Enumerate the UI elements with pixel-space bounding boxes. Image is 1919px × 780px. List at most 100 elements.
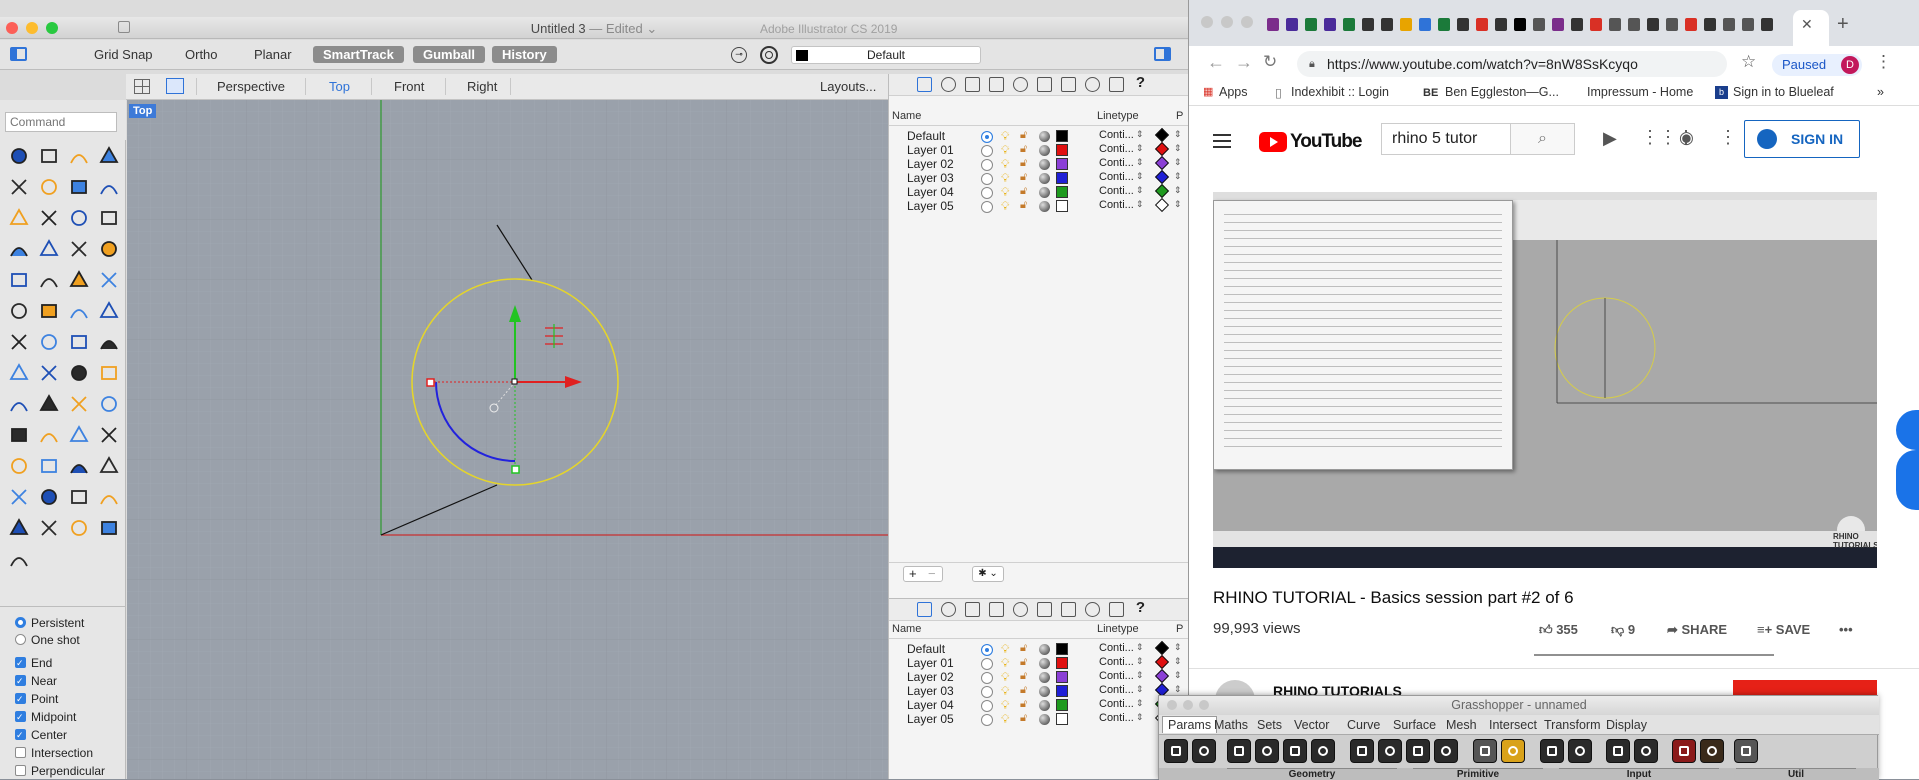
gh-component-icon[interactable] xyxy=(1255,739,1279,763)
cplane-tool-icon[interactable] xyxy=(8,548,30,570)
remove-layer-button[interactable]: − xyxy=(928,567,936,581)
material-icon[interactable] xyxy=(1039,145,1050,156)
tab-favicon-icon[interactable] xyxy=(1419,18,1431,31)
layer-name[interactable]: Default xyxy=(907,129,945,143)
material-icon[interactable] xyxy=(1039,644,1050,655)
gh-tab-mesh[interactable]: Mesh xyxy=(1446,718,1477,732)
right-panel-toggle-icon[interactable] xyxy=(1154,47,1171,61)
render-tab-icon[interactable] xyxy=(1013,602,1028,617)
layers-tab-icon[interactable] xyxy=(917,77,932,92)
lock-icon[interactable]: 🔓︎ xyxy=(1020,698,1027,711)
layer-row[interactable]: Default 💡︎ 🔓︎ Conti... ⇕ ⇕ xyxy=(889,127,1189,143)
print-stepper-icon[interactable]: ⇕ xyxy=(1174,143,1182,154)
bookmarks-overflow-button[interactable]: » xyxy=(1877,85,1884,99)
layer-row[interactable]: Layer 01 💡︎ 🔓︎ Conti... ⇕ ⇕ xyxy=(889,141,1189,157)
column-name[interactable]: Name xyxy=(892,110,921,122)
text-tool-icon[interactable] xyxy=(8,331,30,353)
arc-tool-icon[interactable] xyxy=(38,176,60,198)
layer-linetype[interactable]: Conti... xyxy=(1099,185,1134,197)
layer-linetype[interactable]: Conti... xyxy=(1099,642,1134,654)
gh-component-icon[interactable] xyxy=(1501,739,1525,763)
layer-name[interactable]: Layer 04 xyxy=(907,698,954,712)
lock-icon[interactable]: 🔓︎ xyxy=(1020,129,1027,142)
properties-tab-icon[interactable] xyxy=(941,77,956,92)
linetype-stepper-icon[interactable]: ⇕ xyxy=(1136,670,1144,681)
youtube-search-input[interactable]: rhino 5 tutor xyxy=(1381,123,1511,155)
video-player[interactable]: RHINO TUTORIALS xyxy=(1213,192,1877,568)
layer-tool-icon[interactable] xyxy=(8,517,30,539)
single-view-layout-icon[interactable] xyxy=(166,78,184,94)
tab-front[interactable]: Front xyxy=(394,79,424,94)
linetype-stepper-icon[interactable]: ⇕ xyxy=(1136,171,1144,182)
tab-perspective[interactable]: Perspective xyxy=(217,79,285,94)
address-bar[interactable]: 🔒︎ https://www.youtube.com/watch?v=8nW8S… xyxy=(1297,51,1727,77)
fillet-edge-icon[interactable] xyxy=(68,300,90,322)
layer-name[interactable]: Layer 03 xyxy=(907,171,954,185)
linetype-stepper-icon[interactable]: ⇕ xyxy=(1136,199,1144,210)
layer-color-swatch[interactable] xyxy=(1056,200,1068,212)
layer-row[interactable]: Layer 01 💡︎ 🔓︎ Conti... ⇕ ⇕ xyxy=(889,654,1189,670)
sidebar-toggle-icon[interactable] xyxy=(10,47,27,61)
gh-component-icon[interactable] xyxy=(1700,739,1724,763)
gh-component-icon[interactable] xyxy=(1734,739,1758,763)
filter-icon[interactable]: ⊸ xyxy=(731,47,747,63)
polygon-tool-icon[interactable] xyxy=(8,207,30,229)
layer-row[interactable]: Layer 04💡︎🔓︎Conti...⇕⇕ xyxy=(889,696,1189,712)
edited-indicator[interactable]: — Edited ⌄ xyxy=(589,21,657,36)
viewport-title-label[interactable]: Top xyxy=(129,104,157,118)
gh-component-icon[interactable] xyxy=(1672,739,1696,763)
gh-tab-maths[interactable]: Maths xyxy=(1214,718,1248,732)
gh-component-icon[interactable] xyxy=(1164,739,1188,763)
tab-favicon-icon[interactable] xyxy=(1704,18,1716,31)
tab-favicon-icon[interactable] xyxy=(1495,18,1507,31)
layer-color-swatch[interactable] xyxy=(1056,158,1068,170)
tab-favicon-icon[interactable] xyxy=(1457,18,1469,31)
print-color-swatch[interactable] xyxy=(1154,183,1170,199)
layer-row[interactable]: Layer 05💡︎🔓︎Conti...⇕⇕ xyxy=(889,710,1189,726)
move-tool-icon[interactable] xyxy=(38,331,60,353)
gh-tab-intersect[interactable]: Intersect xyxy=(1489,718,1537,732)
print-color-swatch[interactable] xyxy=(1154,668,1170,684)
material-icon[interactable] xyxy=(1039,714,1050,725)
gh-group-geometry[interactable]: Geometry xyxy=(1227,768,1397,780)
materials-tab-icon[interactable] xyxy=(1037,602,1052,617)
search-button[interactable]: ⌕ xyxy=(1511,123,1575,155)
split-tool-icon[interactable] xyxy=(8,269,30,291)
print-stepper-icon[interactable]: ⇕ xyxy=(1174,129,1182,140)
gumball-button[interactable]: Gumball xyxy=(413,46,486,63)
array-tool-icon[interactable] xyxy=(68,331,90,353)
boolean-union-icon[interactable] xyxy=(8,300,30,322)
layer-row[interactable]: Layer 04💡︎🔓︎Conti...⇕⇕ xyxy=(889,183,1189,199)
tab-favicon-icon[interactable] xyxy=(1685,18,1697,31)
tab-favicon-icon[interactable] xyxy=(1761,18,1773,31)
mesh-tool-icon[interactable] xyxy=(8,362,30,384)
print-color-swatch[interactable] xyxy=(1154,197,1170,213)
bookmark-impressum[interactable]: Impressum - Home xyxy=(1587,85,1693,99)
smarttrack-button[interactable]: SmartTrack xyxy=(313,46,404,63)
print-color-swatch[interactable] xyxy=(1154,127,1170,143)
car-tool-icon[interactable] xyxy=(38,455,60,477)
zoom-tool-icon[interactable] xyxy=(8,424,30,446)
share-button[interactable]: ➦ SHARE xyxy=(1667,622,1727,638)
objects-tab-icon[interactable] xyxy=(989,77,1004,92)
layouts-tab-icon[interactable] xyxy=(1109,602,1124,617)
print-stepper-icon[interactable]: ⇕ xyxy=(1174,656,1182,667)
print-color-swatch[interactable] xyxy=(1154,640,1170,656)
print-stepper-icon[interactable]: ⇕ xyxy=(1174,171,1182,182)
edge-tool-icon[interactable] xyxy=(68,393,90,415)
layer-name[interactable]: Default xyxy=(907,642,945,656)
layer-options-button[interactable]: ✱ ⌄ xyxy=(972,566,1004,582)
material-icon[interactable] xyxy=(1039,187,1050,198)
gh-component-icon[interactable] xyxy=(1350,739,1374,763)
material-icon[interactable] xyxy=(1039,159,1050,170)
display-tab-icon[interactable] xyxy=(1061,602,1076,617)
zoom-window-icon[interactable] xyxy=(38,424,60,446)
help-tab-icon[interactable]: ? xyxy=(1133,75,1148,92)
named-views-tab-icon[interactable] xyxy=(1085,602,1100,617)
gh-group-input[interactable]: Input xyxy=(1559,768,1719,780)
point-tool-icon[interactable] xyxy=(38,145,60,167)
osnap-perpendicular[interactable]: Perpendicular xyxy=(15,764,105,778)
tab-favicon-icon[interactable] xyxy=(1381,18,1393,31)
layer-name[interactable]: Layer 03 xyxy=(907,684,954,698)
layer-color-swatch[interactable] xyxy=(1056,699,1068,711)
